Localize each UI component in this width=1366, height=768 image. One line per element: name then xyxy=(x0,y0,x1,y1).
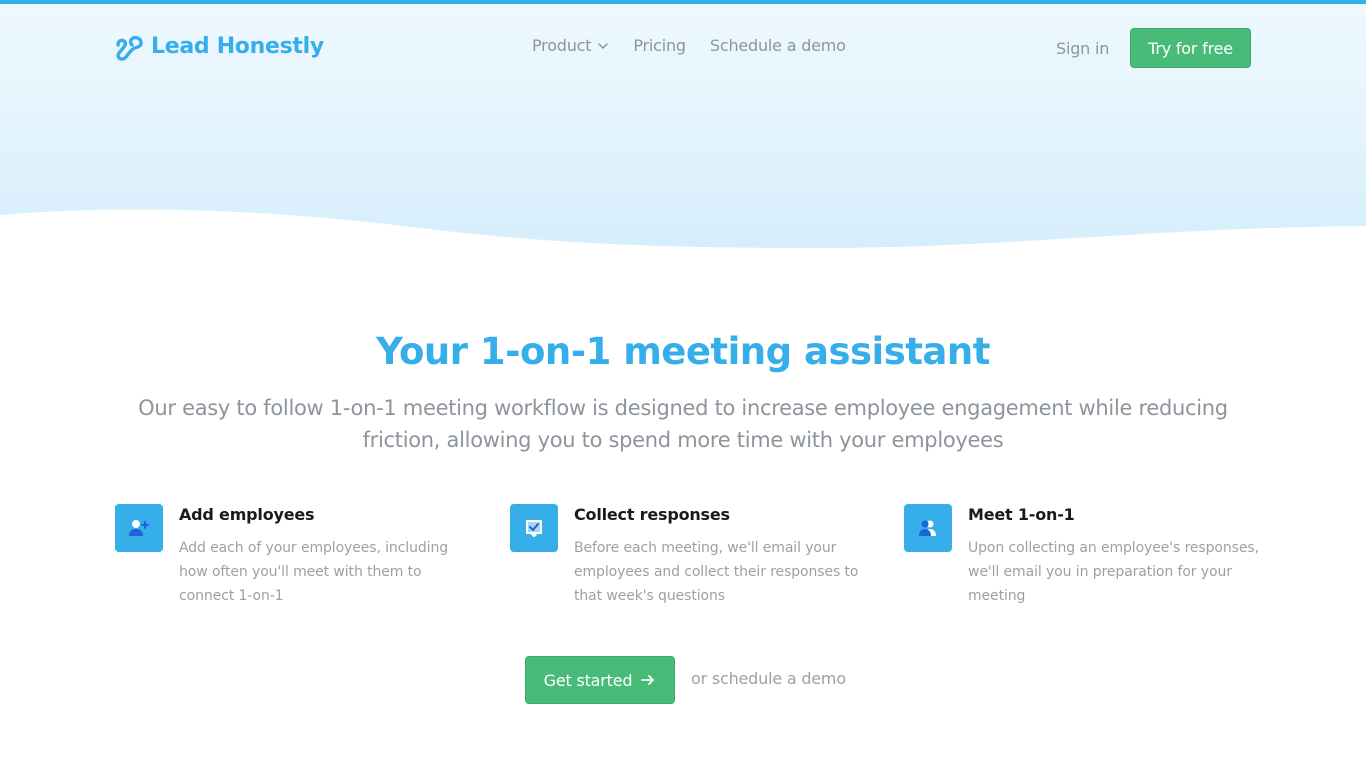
feature-title: Meet 1-on-1 xyxy=(968,505,1075,524)
get-started-label: Get started xyxy=(543,670,633,690)
sign-in-link[interactable]: Sign in xyxy=(1056,39,1109,58)
users-icon xyxy=(919,520,936,536)
feature-title: Collect responses xyxy=(574,505,730,524)
schedule-demo-link[interactable]: or schedule a demo xyxy=(691,669,846,688)
inbox-check-icon xyxy=(526,520,542,537)
feature-icon-box xyxy=(510,504,558,552)
hero-subtitle: Our easy to follow 1-on-1 meeting workfl… xyxy=(138,396,1228,452)
logo-text: Lead Honestly xyxy=(151,33,324,59)
nav-product[interactable]: Product xyxy=(532,36,609,55)
feature-description: Before each meeting, we'll email your em… xyxy=(574,540,859,604)
chevron-down-icon xyxy=(598,42,609,49)
hero-headline: Your 1-on-1 meeting assistant xyxy=(376,330,990,373)
feature-title: Add employees xyxy=(179,505,315,524)
nav-schedule-demo[interactable]: Schedule a demo xyxy=(710,36,846,55)
nav-links: Product Pricing Schedule a demo xyxy=(532,36,870,55)
feature-icon-box xyxy=(904,504,952,552)
arrow-right-icon xyxy=(641,675,655,685)
get-started-button[interactable]: Get started xyxy=(525,656,675,704)
nav-product-label: Product xyxy=(532,36,592,55)
hero-wave-divider xyxy=(0,209,1366,260)
lead-honestly-logo-icon xyxy=(116,35,143,61)
add-user-icon xyxy=(129,520,149,536)
top-navigation: Lead Honestly Product Pricing Schedule a… xyxy=(0,4,1366,92)
feature-icon-box xyxy=(115,504,163,552)
feature-description: Upon collecting an employee's responses,… xyxy=(968,540,1259,604)
nav-pricing[interactable]: Pricing xyxy=(633,36,686,55)
try-for-free-button[interactable]: Try for free xyxy=(1130,28,1251,68)
logo-link[interactable]: Lead Honestly xyxy=(114,30,324,62)
feature-description: Add each of your employees, including ho… xyxy=(179,540,448,604)
